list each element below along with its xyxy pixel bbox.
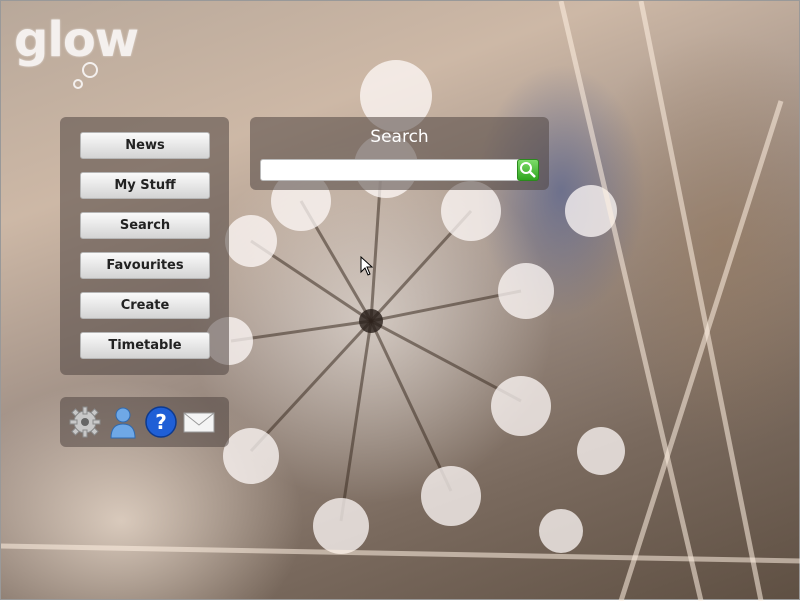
favourites-button[interactable]: Favourites [80,252,210,279]
my-stuff-button[interactable]: My Stuff [80,172,210,199]
glow-logo: glow [14,12,139,68]
mouse-cursor-icon [360,256,374,276]
main-nav-panel: News My Stuff Search Favourites Create T… [60,117,229,375]
timetable-button[interactable]: Timetable [80,332,210,359]
tools-panel: ? [60,397,229,447]
search-input[interactable] [260,159,520,181]
create-button[interactable]: Create [80,292,210,319]
search-title: Search [370,127,429,147]
search-submit-button[interactable] [517,159,539,181]
user-icon[interactable] [106,405,140,439]
mail-icon[interactable] [182,405,216,439]
logo-dots-icon [73,62,98,89]
help-icon[interactable]: ? [144,405,178,439]
news-button[interactable]: News [80,132,210,159]
search-panel: Search [250,117,549,190]
magnifier-icon [520,162,536,178]
search-nav-button[interactable]: Search [80,212,210,239]
svg-text:?: ? [155,410,167,434]
gear-icon[interactable] [68,405,102,439]
